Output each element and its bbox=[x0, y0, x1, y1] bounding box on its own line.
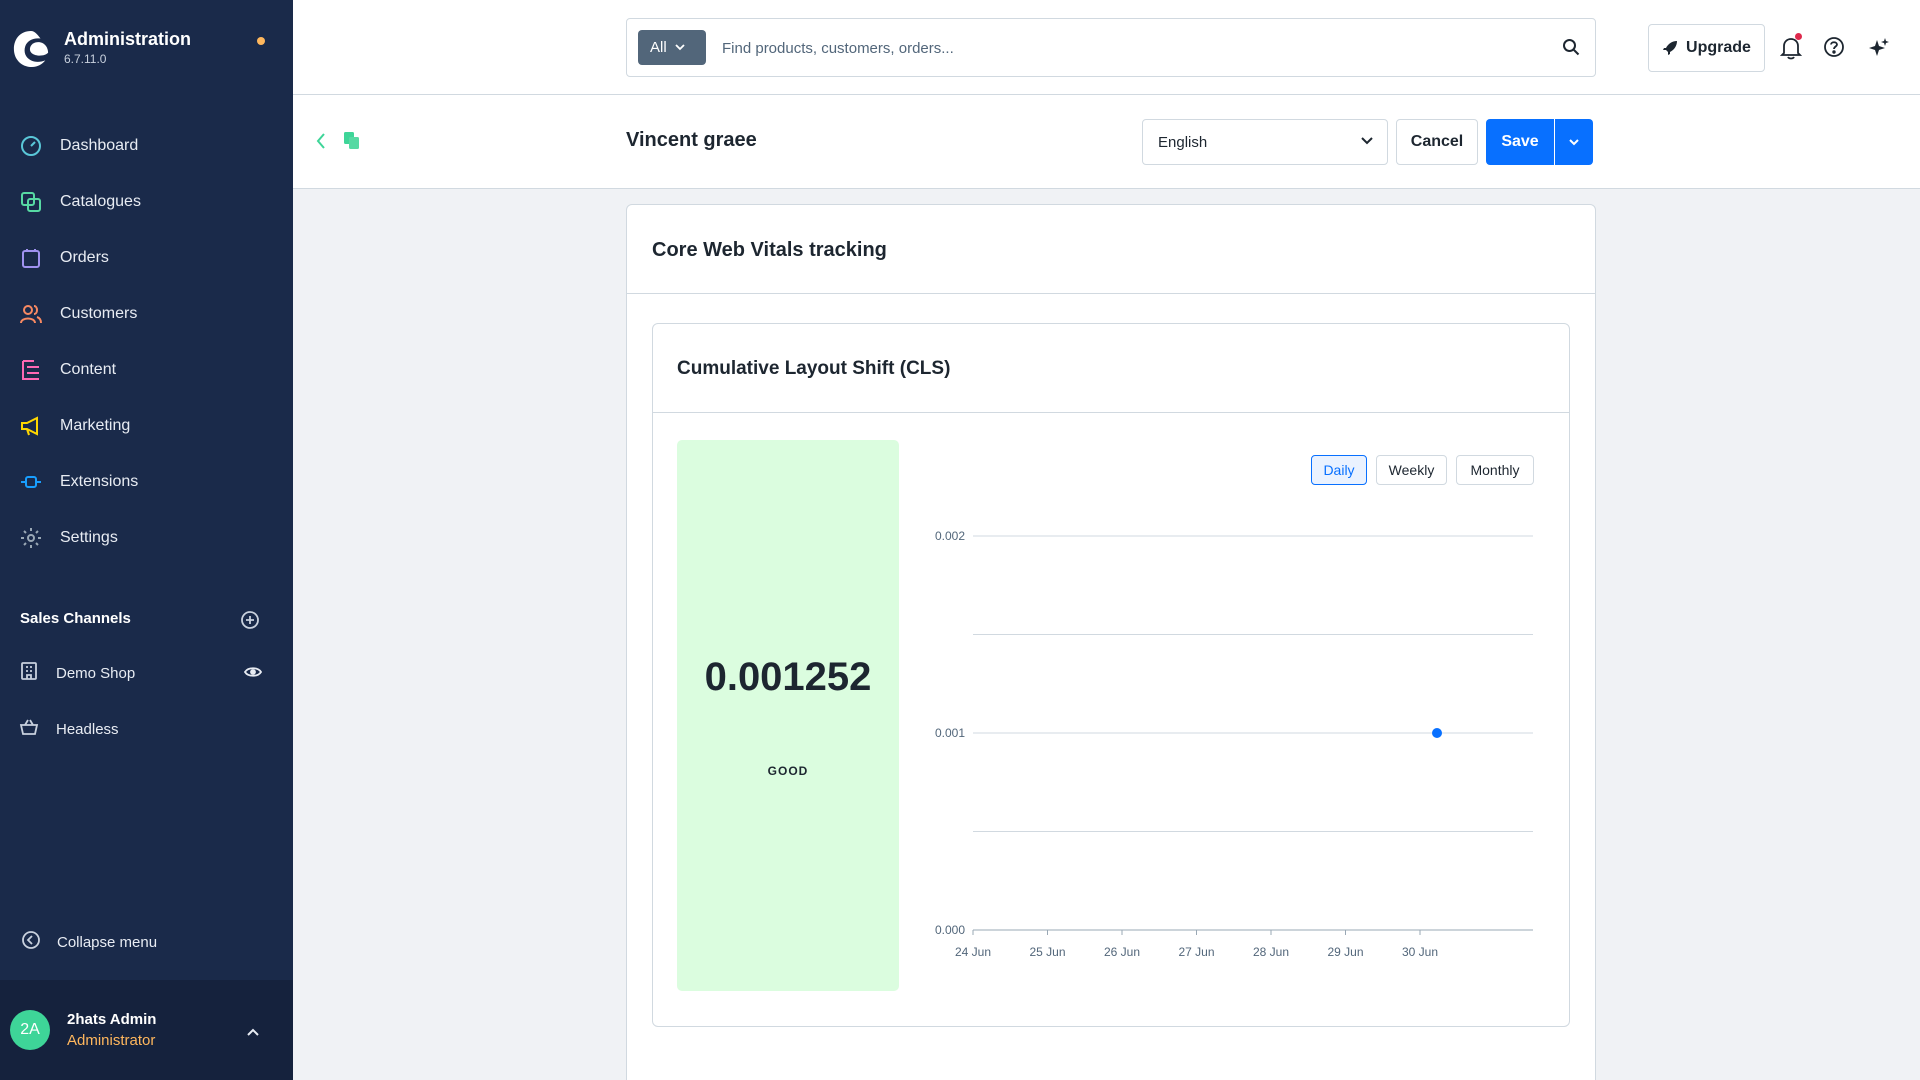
cancel-button[interactable]: Cancel bbox=[1396, 119, 1478, 165]
data-point bbox=[1432, 728, 1442, 738]
gear-icon bbox=[19, 526, 43, 550]
sales-channel-headless[interactable]: Headless bbox=[0, 709, 293, 749]
search-icon[interactable] bbox=[1562, 38, 1580, 61]
card-title: Core Web Vitals tracking bbox=[652, 239, 887, 261]
sparkles-icon[interactable] bbox=[1867, 36, 1891, 60]
help-icon[interactable] bbox=[1823, 36, 1847, 60]
metric-value: 0.001252 bbox=[704, 655, 872, 699]
app-version: 6.7.11.0 bbox=[64, 52, 107, 66]
chevron-down-icon bbox=[675, 44, 685, 51]
bell-icon[interactable] bbox=[1779, 36, 1804, 60]
y-tick-label: 0.000 bbox=[935, 923, 965, 937]
divider bbox=[653, 412, 1569, 413]
collapse-menu-button[interactable]: Collapse menu bbox=[21, 930, 157, 955]
y-tick-label: 0.002 bbox=[935, 529, 965, 543]
user-role: Administrator bbox=[67, 1032, 156, 1049]
nav-label: Settings bbox=[60, 529, 118, 546]
users-icon bbox=[19, 302, 43, 326]
cls-panel: Cumulative Layout Shift (CLS) 0.001252 G… bbox=[652, 323, 1570, 1027]
sales-channels-title: Sales Channels bbox=[20, 610, 131, 627]
rocket-icon bbox=[1663, 41, 1678, 55]
metric-status: GOOD bbox=[767, 764, 809, 778]
nav-item-settings[interactable]: Settings bbox=[0, 510, 293, 566]
main-nav: Dashboard Catalogues Orders Customers Co… bbox=[0, 118, 293, 566]
language-select-value: English bbox=[1158, 133, 1208, 151]
chevron-down-icon bbox=[1569, 138, 1579, 145]
upgrade-label: Upgrade bbox=[1686, 39, 1751, 56]
notification-badge bbox=[1795, 33, 1802, 40]
top-bar: All Upgrade bbox=[293, 0, 1920, 95]
core-web-vitals-card: Core Web Vitals tracking Cumulative Layo… bbox=[626, 204, 1596, 1080]
search-type-label: All bbox=[650, 39, 667, 56]
cls-line-chart: 0.000 0.001 0.002 24 Jun 25 Jun 26 Jun 27 Jun 2… bbox=[935, 529, 1533, 959]
x-tick-label: 27 Jun bbox=[1178, 945, 1214, 959]
collapse-menu-label: Collapse menu bbox=[57, 934, 158, 951]
brand[interactable]: Administration 6.7.11.0 bbox=[12, 28, 191, 70]
language-select[interactable]: English bbox=[1142, 119, 1388, 165]
sidebar: Administration 6.7.11.0 Dashboard Catalo… bbox=[0, 0, 293, 1080]
nav-label: Catalogues bbox=[60, 193, 141, 210]
chevron-left-icon[interactable] bbox=[315, 131, 327, 156]
x-tick-label: 26 Jun bbox=[1104, 945, 1140, 959]
megaphone-icon bbox=[19, 414, 43, 438]
nav-item-catalogues[interactable]: Catalogues bbox=[0, 174, 293, 230]
nav-item-content[interactable]: Content bbox=[0, 342, 293, 398]
x-tick-label: 29 Jun bbox=[1327, 945, 1363, 959]
user-menu[interactable]: 2A 2hats Admin Administrator bbox=[0, 980, 293, 1080]
status-dot bbox=[257, 37, 265, 45]
save-button[interactable]: Save bbox=[1486, 119, 1554, 165]
eye-icon[interactable] bbox=[243, 665, 263, 684]
nav-item-extensions[interactable]: Extensions bbox=[0, 454, 293, 510]
nav-item-orders[interactable]: Orders bbox=[0, 230, 293, 286]
nav-label: Content bbox=[60, 361, 117, 378]
chevron-down-icon bbox=[1361, 137, 1373, 145]
nav-item-dashboard[interactable]: Dashboard bbox=[0, 118, 293, 174]
sales-channel-label: Headless bbox=[56, 720, 119, 738]
nav-label: Orders bbox=[60, 249, 109, 266]
chevron-up-icon[interactable] bbox=[246, 1024, 260, 1042]
add-circle-icon[interactable] bbox=[240, 610, 260, 630]
plug-icon bbox=[19, 470, 43, 494]
nav-label: Marketing bbox=[60, 417, 131, 434]
y-tick-label: 0.001 bbox=[935, 726, 965, 740]
nav-label: Customers bbox=[60, 305, 138, 322]
save-options-button[interactable] bbox=[1555, 119, 1593, 165]
user-name: 2hats Admin bbox=[67, 1011, 157, 1028]
storefront-icon bbox=[19, 661, 39, 686]
nav-item-marketing[interactable]: Marketing bbox=[0, 398, 293, 454]
divider bbox=[627, 293, 1595, 294]
gauge-icon bbox=[19, 134, 43, 158]
upgrade-button[interactable]: Upgrade bbox=[1648, 24, 1765, 72]
sales-channel-label: Demo Shop bbox=[56, 664, 136, 682]
x-tick-label: 24 Jun bbox=[955, 945, 991, 959]
nav-label: Dashboard bbox=[60, 137, 139, 154]
smart-bar: Vincent graee English Cancel Save bbox=[293, 95, 1920, 189]
catalogue-icon bbox=[19, 190, 43, 214]
search-input[interactable] bbox=[722, 31, 1522, 65]
period-weekly-button[interactable]: Weekly bbox=[1376, 455, 1447, 485]
sales-channel-demo-shop[interactable]: Demo Shop bbox=[0, 653, 293, 693]
period-daily-button[interactable]: Daily bbox=[1311, 455, 1367, 485]
x-tick-label: 28 Jun bbox=[1253, 945, 1289, 959]
x-tick-label: 25 Jun bbox=[1029, 945, 1065, 959]
app-title: Administration bbox=[64, 29, 192, 49]
nav-item-customers[interactable]: Customers bbox=[0, 286, 293, 342]
basket-icon bbox=[19, 717, 39, 742]
content-icon bbox=[19, 358, 43, 382]
shopping-bag-icon bbox=[19, 246, 43, 270]
global-search: All bbox=[626, 18, 1596, 77]
search-type-dropdown[interactable]: All bbox=[638, 30, 706, 65]
period-monthly-button[interactable]: Monthly bbox=[1456, 455, 1534, 485]
metric-title: Cumulative Layout Shift (CLS) bbox=[677, 358, 951, 379]
shopware-logo-icon bbox=[13, 30, 49, 68]
copy-icon[interactable] bbox=[343, 131, 361, 156]
x-tick-label: 30 Jun bbox=[1402, 945, 1438, 959]
avatar: 2A bbox=[10, 1010, 50, 1050]
metric-summary: 0.001252 GOOD bbox=[677, 440, 899, 991]
chevron-left-circle-icon bbox=[21, 930, 41, 955]
nav-label: Extensions bbox=[60, 473, 139, 490]
page-title: Vincent graee bbox=[626, 129, 757, 151]
